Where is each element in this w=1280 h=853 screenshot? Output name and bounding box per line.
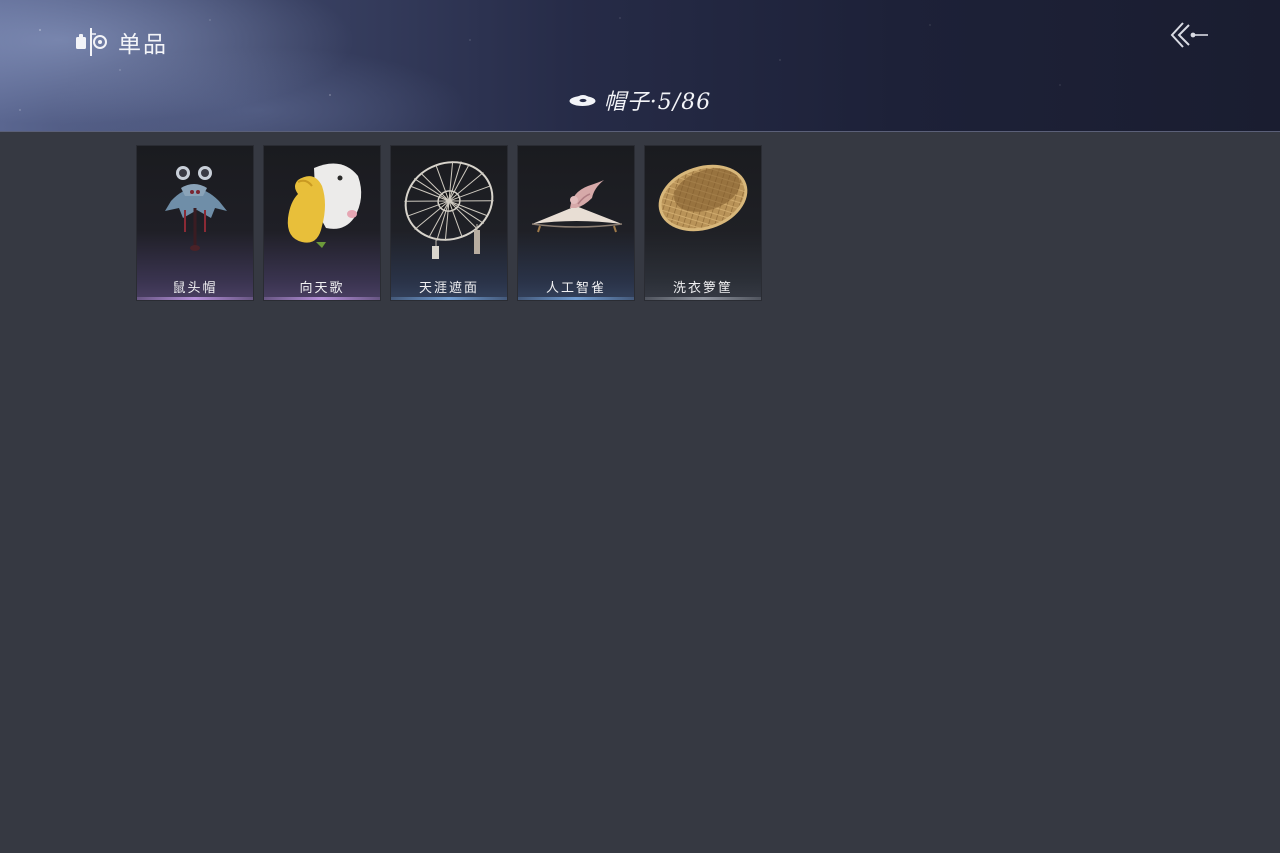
item-label: 鼠头帽	[172, 281, 218, 296]
page-title-group: 单品	[74, 25, 168, 59]
item-card-mouse-head-hat[interactable]: 鼠头帽	[136, 145, 254, 301]
item-card-bird-hat[interactable]: 人工智雀	[517, 145, 635, 301]
item-card-basket-hat[interactable]: 洗衣箩筐	[644, 145, 762, 301]
category-heading: 帽子·5/86	[0, 84, 1280, 116]
goose-hat-icon	[287, 163, 362, 248]
top-header: 单品 帽子·5/86	[0, 0, 1280, 132]
spoked-veil-hat-icon	[404, 161, 494, 259]
item-label: 向天歌	[299, 281, 345, 296]
item-label: 人工智雀	[545, 281, 606, 296]
category-label: 帽子·5/86	[603, 90, 712, 115]
item-label: 天涯遮面	[418, 281, 479, 296]
item-card-goose-hat[interactable]: 向天歌	[263, 145, 381, 301]
page-title: 单品	[118, 32, 168, 58]
item-grid: 鼠头帽 向天歌 天涯遮面 人工智雀 洗衣箩筐	[136, 145, 762, 301]
bird-hat-icon	[531, 180, 623, 233]
item-card-spoked-veil-hat[interactable]: 天涯遮面	[390, 145, 508, 301]
hat-icon	[569, 95, 596, 106]
basket-hat-icon	[658, 164, 748, 232]
back-button[interactable]	[1166, 18, 1210, 52]
item-collection-icon	[76, 28, 107, 56]
back-arrow-icon	[1170, 22, 1208, 48]
item-label: 洗衣箩筐	[672, 281, 733, 296]
mouse-head-hat-icon	[165, 166, 227, 251]
